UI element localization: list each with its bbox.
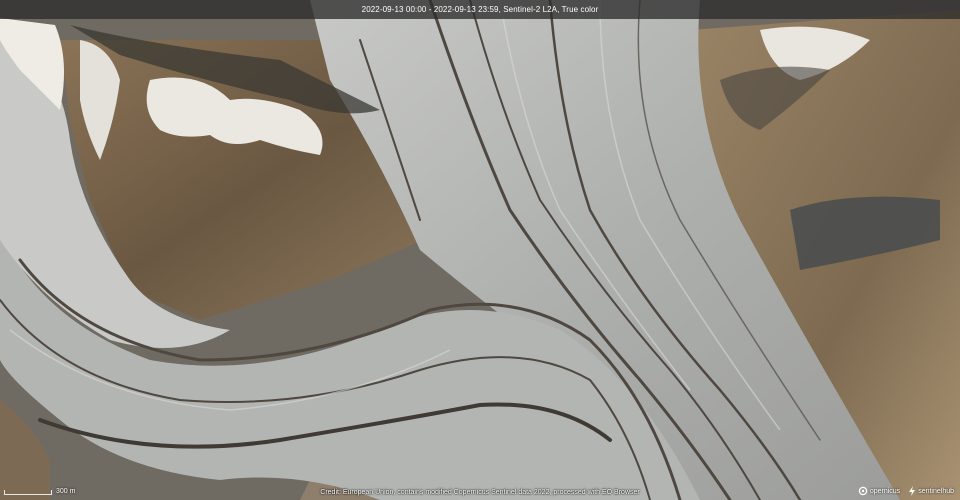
credit-text: Credit: European Union, contains modifie… bbox=[320, 489, 640, 496]
sentinelhub-icon bbox=[909, 486, 916, 496]
copernicus-logo-text: opernicus bbox=[869, 487, 901, 495]
copernicus-icon bbox=[858, 486, 868, 496]
sentinelhub-logo-text: sentinelhub bbox=[918, 487, 954, 495]
copernicus-logo[interactable]: opernicus bbox=[858, 486, 900, 496]
logo-group: opernicus sentinelhub bbox=[858, 486, 954, 496]
image-caption: 2022-09-13 00:00 - 2022-09-13 23:59, Sen… bbox=[361, 5, 599, 14]
satellite-image[interactable] bbox=[0, 0, 960, 500]
sentinelhub-logo[interactable]: sentinelhub bbox=[908, 486, 954, 496]
map-viewport[interactable]: 2022-09-13 00:00 - 2022-09-13 23:59, Sen… bbox=[0, 0, 960, 500]
image-caption-bar: 2022-09-13 00:00 - 2022-09-13 23:59, Sen… bbox=[0, 0, 960, 19]
